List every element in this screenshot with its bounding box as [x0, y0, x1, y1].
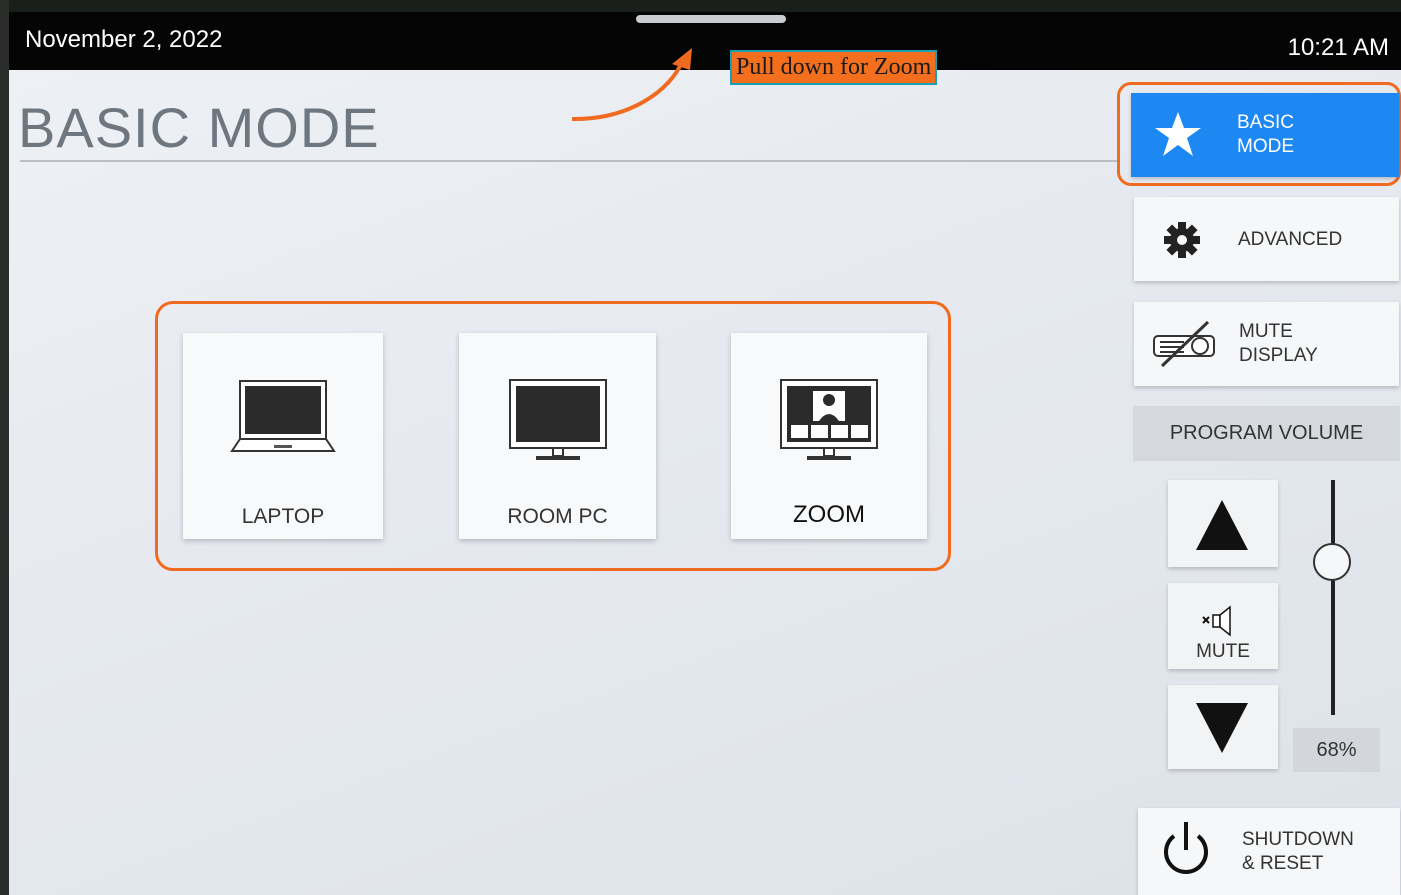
- source-label: ROOM PC: [507, 505, 608, 528]
- volume-up-button[interactable]: [1168, 480, 1278, 567]
- shutdown-line2: & RESET: [1242, 853, 1324, 874]
- speaker-muted-icon: [1202, 605, 1231, 637]
- date-display: November 2, 2022: [25, 26, 223, 53]
- basic-mode-button[interactable]: BASIC MODE: [1131, 93, 1399, 177]
- mute-display-button[interactable]: MUTE DISPLAY: [1134, 302, 1399, 386]
- advanced-button[interactable]: ADVANCED: [1134, 197, 1399, 281]
- triangle-up-icon: [1196, 500, 1248, 550]
- volume-mute-button[interactable]: MUTE: [1168, 583, 1278, 669]
- source-laptop-button[interactable]: LAPTOP: [183, 333, 383, 539]
- source-label: ZOOM: [793, 501, 865, 528]
- shutdown-reset-button[interactable]: SHUTDOWN & RESET: [1138, 808, 1400, 895]
- shutdown-line1: SHUTDOWN: [1242, 829, 1354, 850]
- volume-slider-track[interactable]: [1331, 480, 1335, 715]
- mute-label: MUTE: [1196, 641, 1250, 662]
- mute-display-line1: MUTE: [1239, 321, 1293, 342]
- pull-down-annotation: Pull down for Zoom: [730, 50, 938, 85]
- zoom-display-icon: [780, 379, 878, 460]
- volume-down-button[interactable]: [1168, 685, 1278, 769]
- advanced-label: ADVANCED: [1238, 229, 1343, 250]
- gear-icon: [1164, 222, 1200, 258]
- star-icon: [1155, 112, 1201, 156]
- source-label: LAPTOP: [241, 505, 325, 528]
- laptop-icon: [230, 380, 336, 452]
- page-title: BASIC MODE: [18, 96, 380, 159]
- volume-level-readout: 68%: [1293, 728, 1380, 772]
- screen-bezel-top: [0, 0, 1401, 12]
- screen-bezel-left: [0, 0, 9, 895]
- triangle-down-icon: [1196, 703, 1248, 753]
- time-display: 10:21 AM: [1287, 34, 1389, 61]
- volume-slider-knob[interactable]: [1313, 543, 1351, 581]
- source-room-pc-button[interactable]: ROOM PC: [459, 333, 656, 539]
- power-icon: [1164, 822, 1208, 874]
- program-volume-header: PROGRAM VOLUME: [1133, 406, 1400, 461]
- projector-muted-icon: [1153, 320, 1215, 368]
- pull-down-handle[interactable]: [636, 15, 786, 23]
- basic-mode-label-line1: BASIC: [1237, 112, 1295, 133]
- basic-mode-label-line2: MODE: [1237, 136, 1294, 157]
- monitor-icon: [509, 379, 607, 460]
- title-divider: [20, 160, 1120, 162]
- source-zoom-button[interactable]: ZOOM: [731, 333, 927, 539]
- mute-display-line2: DISPLAY: [1239, 345, 1318, 366]
- annotation-arrow-icon: [571, 48, 692, 122]
